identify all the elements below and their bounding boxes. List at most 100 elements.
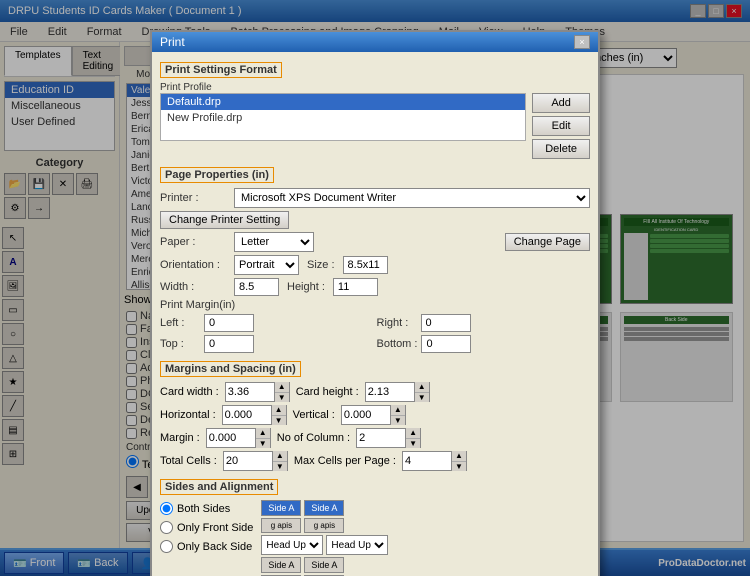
paper-row: Paper : Letter Change Page <box>160 232 590 252</box>
sides-alignment-title: Sides and Alignment <box>160 479 278 495</box>
top-margin-input[interactable] <box>204 335 254 353</box>
print-profile-label: Print Profile <box>160 82 590 93</box>
sides-alignment-section: Sides and Alignment Both Sides O <box>160 475 590 548</box>
vertical-input[interactable] <box>342 406 390 424</box>
card-width-input[interactable] <box>226 383 274 401</box>
margin-spinner[interactable]: ▲ ▼ <box>206 428 271 448</box>
spacing-row-1: Horizontal : ▲ ▼ Vertical : <box>160 405 590 425</box>
g-apis-top: g apis g apis <box>261 518 388 533</box>
bottom-margin-label: Bottom : <box>377 338 418 350</box>
side-cards-area: Side A Side A g apis g apis Head Up Head… <box>261 500 388 548</box>
side-a-card-2[interactable]: Side A <box>304 500 344 516</box>
horizontal-down[interactable]: ▼ <box>272 416 286 426</box>
card-width-up[interactable]: ▲ <box>275 382 289 393</box>
card-height-input[interactable] <box>366 383 414 401</box>
margin-up[interactable]: ▲ <box>256 428 270 439</box>
paper-select[interactable]: Letter <box>234 232 314 252</box>
card-height-label: Card height : <box>296 386 359 398</box>
top-margin-label: Top : <box>160 338 200 350</box>
back-only-radio[interactable] <box>160 540 173 548</box>
change-page-button[interactable]: Change Page <box>505 233 590 251</box>
head-up-select-1[interactable]: Head Up <box>261 535 323 548</box>
column-spinner[interactable]: ▲ ▼ <box>356 428 421 448</box>
paper-label: Paper : <box>160 236 230 248</box>
dialog-overlay: Print × Print Settings Format Print Prof… <box>0 42 750 548</box>
horizontal-input[interactable] <box>223 406 271 424</box>
width-input[interactable] <box>234 278 279 296</box>
margin-left-row: Left : <box>160 314 374 332</box>
side-cards-top: Side A Side A <box>261 500 388 516</box>
size-input[interactable] <box>343 256 388 274</box>
dialog-title-bar: Print × <box>152 42 598 52</box>
max-cells-down[interactable]: ▼ <box>452 462 466 472</box>
profile-item-default[interactable]: Default.drp <box>161 94 525 110</box>
card-width-spinner[interactable]: ▲ ▼ <box>225 382 290 402</box>
margins-spacing-title: Margins and Spacing (in) <box>160 361 301 377</box>
margin-bottom-row: Bottom : <box>377 335 591 353</box>
card-height-down[interactable]: ▼ <box>415 393 429 403</box>
g-apis-1[interactable]: g apis <box>261 518 301 533</box>
printer-select[interactable]: Microsoft XPS Document Writer <box>234 188 590 208</box>
g-apis-2[interactable]: g apis <box>304 518 344 533</box>
total-cells-input[interactable] <box>224 452 272 470</box>
profile-list[interactable]: Default.drp New Profile.drp <box>160 93 526 141</box>
head-up-row: Head Up Head Up <box>261 535 388 548</box>
side-a-card-1[interactable]: Side A <box>261 500 301 516</box>
horizontal-spinner[interactable]: ▲ ▼ <box>222 405 287 425</box>
back-only-radio-row: Only Back Side <box>160 540 253 548</box>
add-profile-button[interactable]: Add <box>532 93 590 113</box>
column-down[interactable]: ▼ <box>406 439 420 449</box>
print-settings-section: Print Settings Format Print Profile Defa… <box>160 58 590 159</box>
change-printer-button[interactable]: Change Printer Setting <box>160 211 289 229</box>
printer-label: Printer : <box>160 192 230 204</box>
orientation-row: Orientation : Portrait Size : <box>160 255 590 275</box>
head-up-select-2[interactable]: Head Up <box>326 535 388 548</box>
orientation-select[interactable]: Portrait <box>234 255 299 275</box>
column-up[interactable]: ▲ <box>406 428 420 439</box>
max-cells-input[interactable] <box>403 452 451 470</box>
total-cells-down[interactable]: ▼ <box>273 462 287 472</box>
card-height-up[interactable]: ▲ <box>415 382 429 393</box>
vertical-spinner[interactable]: ▲ ▼ <box>341 405 406 425</box>
max-cells-up[interactable]: ▲ <box>452 451 466 462</box>
vertical-down[interactable]: ▼ <box>391 416 405 426</box>
width-label: Width : <box>160 281 230 293</box>
margin-down[interactable]: ▼ <box>256 439 270 449</box>
dialog-body: Print Settings Format Print Profile Defa… <box>152 52 598 548</box>
total-cells-spinner[interactable]: ▲ ▼ <box>223 451 288 471</box>
edit-profile-button[interactable]: Edit <box>532 116 590 136</box>
left-margin-input[interactable] <box>204 314 254 332</box>
vertical-up[interactable]: ▲ <box>391 405 405 416</box>
front-only-radio-row: Only Front Side <box>160 521 253 534</box>
height-input[interactable] <box>333 278 378 296</box>
total-cells-up[interactable]: ▲ <box>273 451 287 462</box>
front-only-radio[interactable] <box>160 521 173 534</box>
right-margin-label: Right : <box>377 317 417 329</box>
max-cells-spinner[interactable]: ▲ ▼ <box>402 451 467 471</box>
delete-profile-button[interactable]: Delete <box>532 139 590 159</box>
column-input[interactable] <box>357 429 405 447</box>
left-margin-label: Left : <box>160 317 200 329</box>
width-row: Width : Height : <box>160 278 590 296</box>
both-sides-radio[interactable] <box>160 502 173 515</box>
card-width-down[interactable]: ▼ <box>275 393 289 403</box>
margin-top-row: Top : <box>160 335 374 353</box>
profile-item-new[interactable]: New Profile.drp <box>161 110 525 126</box>
dialog-title: Print <box>160 42 185 49</box>
both-sides-radio-row: Both Sides <box>160 502 253 515</box>
orientation-label: Orientation : <box>160 259 230 271</box>
margin-right-row: Right : <box>377 314 591 332</box>
right-margin-input[interactable] <box>421 314 471 332</box>
dialog-close-button[interactable]: × <box>574 42 590 49</box>
margin-field-label: Margin : <box>160 432 200 444</box>
printer-row: Printer : Microsoft XPS Document Writer <box>160 188 590 208</box>
max-cells-label: Max Cells per Page : <box>294 455 396 467</box>
margin-field-input[interactable] <box>207 429 255 447</box>
horizontal-up[interactable]: ▲ <box>272 405 286 416</box>
bottom-margin-input[interactable] <box>421 335 471 353</box>
margin-header: Print Margin(in) <box>160 299 590 311</box>
horizontal-label: Horizontal : <box>160 409 216 421</box>
card-height-spinner[interactable]: ▲ ▼ <box>365 382 430 402</box>
margin-grid: Left : Right : Top : <box>160 314 590 353</box>
page-properties-section: Page Properties (in) Printer : Microsoft… <box>160 163 590 353</box>
